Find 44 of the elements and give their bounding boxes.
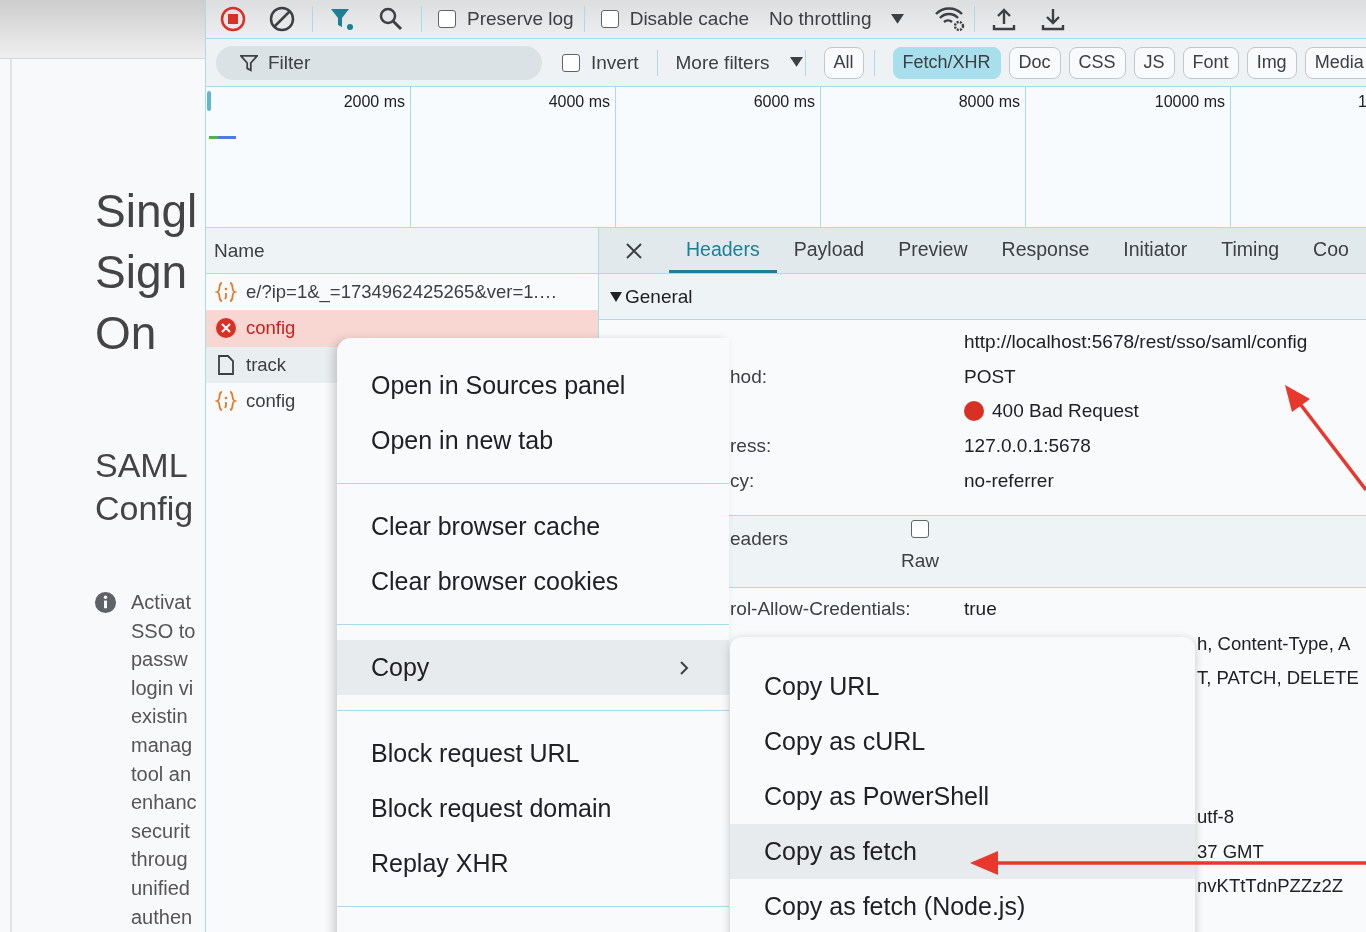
info-text: SSO to: [131, 618, 197, 644]
info-text: existin: [131, 704, 189, 730]
info-text: unified: [131, 875, 191, 901]
header-value: h, Content-Type, A: [1197, 632, 1351, 654]
timeline-tick-label: 10000 ms: [1154, 93, 1225, 110]
header-label: rol-Allow-Credentials:: [730, 598, 911, 620]
header-value: T, PATCH, DELETE: [1197, 667, 1359, 689]
timeline-tick-label: 2000 ms: [343, 93, 405, 110]
header-value: 127.0.0.1:5678: [964, 435, 1091, 458]
timeline-tick-label: 8000 ms: [958, 93, 1020, 110]
checkbox-label: Invert: [591, 51, 639, 74]
section-heading: Config: [95, 488, 195, 529]
timeline-tick-label: 4000 ms: [548, 93, 610, 110]
header-value: POST: [964, 365, 1016, 388]
section-title: General: [625, 285, 693, 308]
page-heading: Singl: [95, 184, 199, 239]
status-text: 400 Bad Request: [992, 400, 1139, 423]
section-heading: SAML: [95, 445, 189, 486]
checkbox-label: Disable cache: [629, 8, 749, 30]
info-text: manag: [131, 732, 194, 758]
page-heading: Sign: [95, 245, 189, 300]
header-value: http://localhost:5678/rest/sso/saml/config: [964, 331, 1308, 354]
info-text: tool an: [131, 761, 193, 787]
info-text: securit: [131, 818, 191, 844]
checkbox-label: Preserve log: [467, 8, 574, 30]
header-label: hod:: [730, 365, 767, 387]
info-text: throug: [131, 847, 189, 873]
checkbox-label: Raw: [901, 549, 939, 572]
header-value: no-referrer: [964, 469, 1054, 492]
header-value: true: [964, 598, 997, 620]
column-header: Name: [214, 239, 265, 262]
timeline-tick-label: 6000 ms: [753, 93, 815, 110]
header-value: utf-8: [1197, 806, 1235, 828]
header-value: nvKTtTdnPZZz2Z: [1197, 875, 1343, 897]
header-label: cy:: [730, 469, 755, 491]
header-label: ress:: [730, 435, 772, 457]
page-heading: On: [95, 306, 158, 361]
info-text: passw: [131, 647, 189, 673]
timeline-tick-label: 1: [1358, 93, 1366, 110]
info-text: login vi: [131, 675, 195, 701]
info-text: Activat: [131, 590, 193, 615]
header-value: 37 GMT: [1197, 840, 1264, 862]
info-text: authen: [131, 904, 194, 930]
info-text: enhanc: [131, 790, 197, 816]
